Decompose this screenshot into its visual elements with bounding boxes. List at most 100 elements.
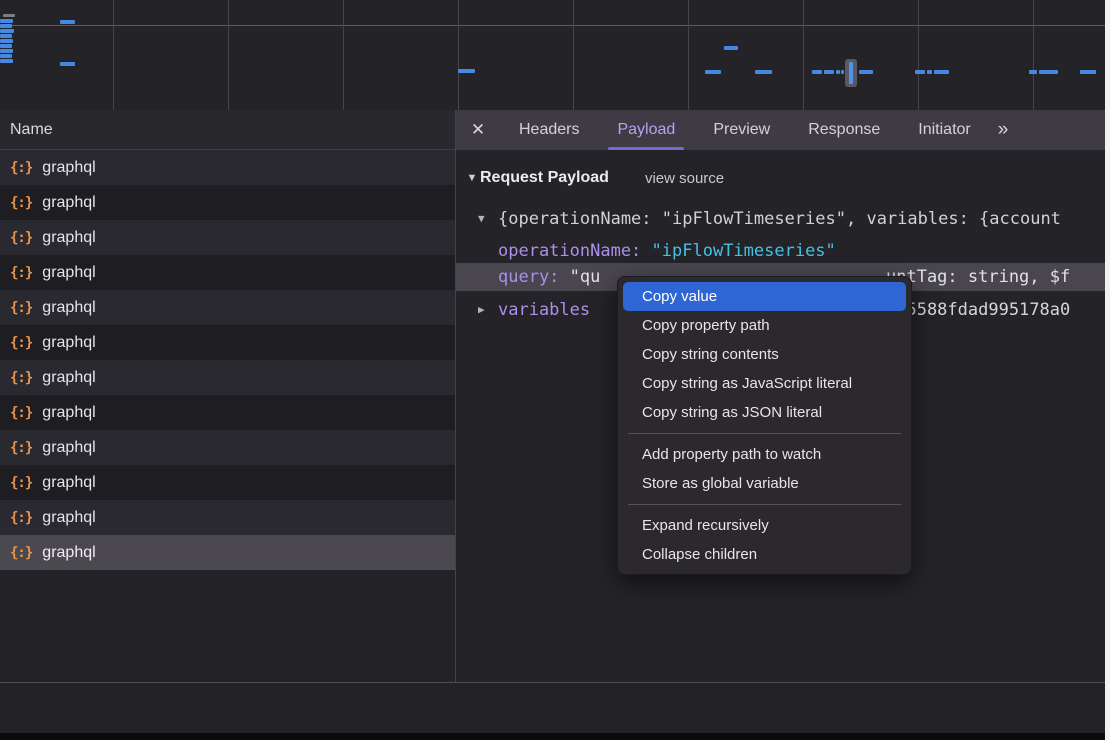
network-activity-bar xyxy=(0,34,12,38)
network-activity-bar xyxy=(0,24,12,28)
network-activity-bar xyxy=(705,70,721,74)
json-braces-icon: {:} xyxy=(10,440,32,456)
property: operationName: "ipFlowTimeseries" xyxy=(498,237,836,265)
overview-gridline xyxy=(573,0,574,110)
close-icon[interactable]: ✕ xyxy=(456,120,500,140)
json-braces-icon: {:} xyxy=(10,160,32,176)
view-source-link[interactable]: view source xyxy=(645,170,724,187)
request-row[interactable]: {:}graphql xyxy=(0,430,455,465)
request-row[interactable]: {:}graphql xyxy=(0,255,455,290)
menu-item-expand-recursively[interactable]: Expand recursively xyxy=(618,511,911,540)
json-braces-icon: {:} xyxy=(10,545,32,561)
request-name-label: graphql xyxy=(42,404,95,422)
network-activity-bar xyxy=(1039,70,1058,74)
request-name-label: graphql xyxy=(42,334,95,352)
overview-gridline xyxy=(688,0,689,110)
network-overview[interactable] xyxy=(0,0,1105,111)
property-value-left: "qu xyxy=(570,267,601,287)
json-braces-icon: {:} xyxy=(10,370,32,386)
devtools-network-panel: Name {:} graphql {:} graphql {:} graphql {:} gr… xyxy=(0,0,1110,740)
overview-baseline xyxy=(0,25,1105,26)
menu-item-copy-string-contents[interactable]: Copy string contents xyxy=(618,340,911,369)
menu-divider xyxy=(628,433,901,434)
network-activity-bar xyxy=(1029,70,1037,74)
network-activity-bar xyxy=(0,49,13,53)
window-bottom-edge xyxy=(0,733,1105,740)
request-name-label: graphql xyxy=(42,264,95,282)
network-activity-bar xyxy=(60,20,75,24)
request-row[interactable]: {:}graphql xyxy=(0,220,455,255)
request-name-label: graphql xyxy=(42,159,95,177)
tab-headers[interactable]: Headers xyxy=(500,110,598,150)
network-activity-bar xyxy=(841,70,844,74)
property-value-right: untTag: string, $f xyxy=(886,263,1070,291)
collapse-triangle-icon[interactable]: ▼ xyxy=(464,172,480,184)
network-activity-bar xyxy=(0,39,13,43)
property: variables xyxy=(498,296,590,324)
tab-payload[interactable]: Payload xyxy=(598,110,694,150)
payload-operation-row[interactable]: operationName: "ipFlowTimeseries" xyxy=(456,237,1105,265)
request-row[interactable]: {:} graphql xyxy=(0,360,455,395)
request-row[interactable]: {:} graphql xyxy=(0,500,455,535)
menu-item-collapse-children[interactable]: Collapse children xyxy=(618,540,911,569)
request-name-label: graphql xyxy=(42,474,95,492)
network-activity-bar xyxy=(755,70,772,74)
network-activity-bar xyxy=(836,70,840,74)
expander-open-icon[interactable]: ▼ xyxy=(478,205,485,233)
tab-strip: HeadersPayloadPreviewResponseInitiator xyxy=(500,110,990,150)
tab-response[interactable]: Response xyxy=(789,110,899,150)
network-activity-bar xyxy=(0,29,14,33)
network-activity-bar xyxy=(927,70,932,74)
json-braces-icon: {:} xyxy=(10,405,32,421)
network-activity-bar xyxy=(3,14,15,17)
request-row[interactable]: {:} graphql xyxy=(0,465,455,500)
menu-item-store-as-global-variable[interactable]: Store as global variable xyxy=(618,469,911,498)
menu-item-copy-string-as-javascript-literal[interactable]: Copy string as JavaScript literal xyxy=(618,369,911,398)
network-activity-bar xyxy=(915,70,925,74)
request-name-label: graphql xyxy=(42,369,95,387)
payload-root-row[interactable]: ▼ {operationName: "ipFlowTimeseries", va… xyxy=(456,205,1105,233)
request-row[interactable]: {:} graphql xyxy=(0,290,455,325)
tab-preview[interactable]: Preview xyxy=(694,110,789,150)
network-activity-bar xyxy=(934,70,949,74)
menu-item-add-property-path-to-watch[interactable]: Add property path to watch xyxy=(618,440,911,469)
overview-gridline xyxy=(803,0,804,110)
overview-gridline xyxy=(458,0,459,110)
more-tabs-chevron-icon[interactable]: » xyxy=(998,119,1006,141)
network-activity-bar xyxy=(0,59,13,63)
menu-divider xyxy=(628,504,901,505)
request-list-pane: Name {:} graphql {:} graphql {:} graphql {:} gr… xyxy=(0,110,455,682)
request-payload-header: ▼ Request Payload view source xyxy=(464,166,724,190)
request-name-label: graphql xyxy=(42,509,95,527)
json-braces-icon: {:} xyxy=(10,300,32,316)
network-activity-bar xyxy=(1080,70,1096,74)
section-title: Request Payload xyxy=(480,169,609,187)
request-name-label: graphql xyxy=(42,299,95,317)
request-row[interactable]: {:} graphql xyxy=(0,395,455,430)
name-column-header[interactable]: Name xyxy=(0,110,455,150)
json-braces-icon: {:} xyxy=(10,230,32,246)
request-row[interactable]: {:}graphql xyxy=(0,185,455,220)
tab-initiator[interactable]: Initiator xyxy=(899,110,989,150)
network-activity-bar xyxy=(0,54,12,58)
expander-closed-icon[interactable]: ▶ xyxy=(478,296,485,324)
object-preview: {operationName: "ipFlowTimeseries", vari… xyxy=(498,205,1061,233)
summary-bar xyxy=(0,683,1105,733)
property-key: query: xyxy=(498,267,559,287)
request-row[interactable]: {:}graphql xyxy=(0,325,455,360)
overview-gridline xyxy=(228,0,229,110)
json-braces-icon: {:} xyxy=(10,510,32,526)
network-activity-bar xyxy=(0,44,12,48)
request-name-label: graphql xyxy=(42,194,95,212)
network-activity-bar xyxy=(859,70,873,74)
menu-item-copy-property-path[interactable]: Copy property path xyxy=(618,311,911,340)
request-row[interactable]: {:} graphql xyxy=(0,150,455,185)
overview-gridline xyxy=(113,0,114,110)
overview-gridline xyxy=(343,0,344,110)
network-activity-bar xyxy=(724,46,738,50)
menu-item-copy-string-as-json-literal[interactable]: Copy string as JSON literal xyxy=(618,398,911,427)
request-row[interactable]: {:}graphql xyxy=(0,535,455,570)
menu-item-copy-value[interactable]: Copy value xyxy=(623,282,906,311)
json-braces-icon: {:} xyxy=(10,475,32,491)
overview-hover-marker xyxy=(845,59,857,87)
